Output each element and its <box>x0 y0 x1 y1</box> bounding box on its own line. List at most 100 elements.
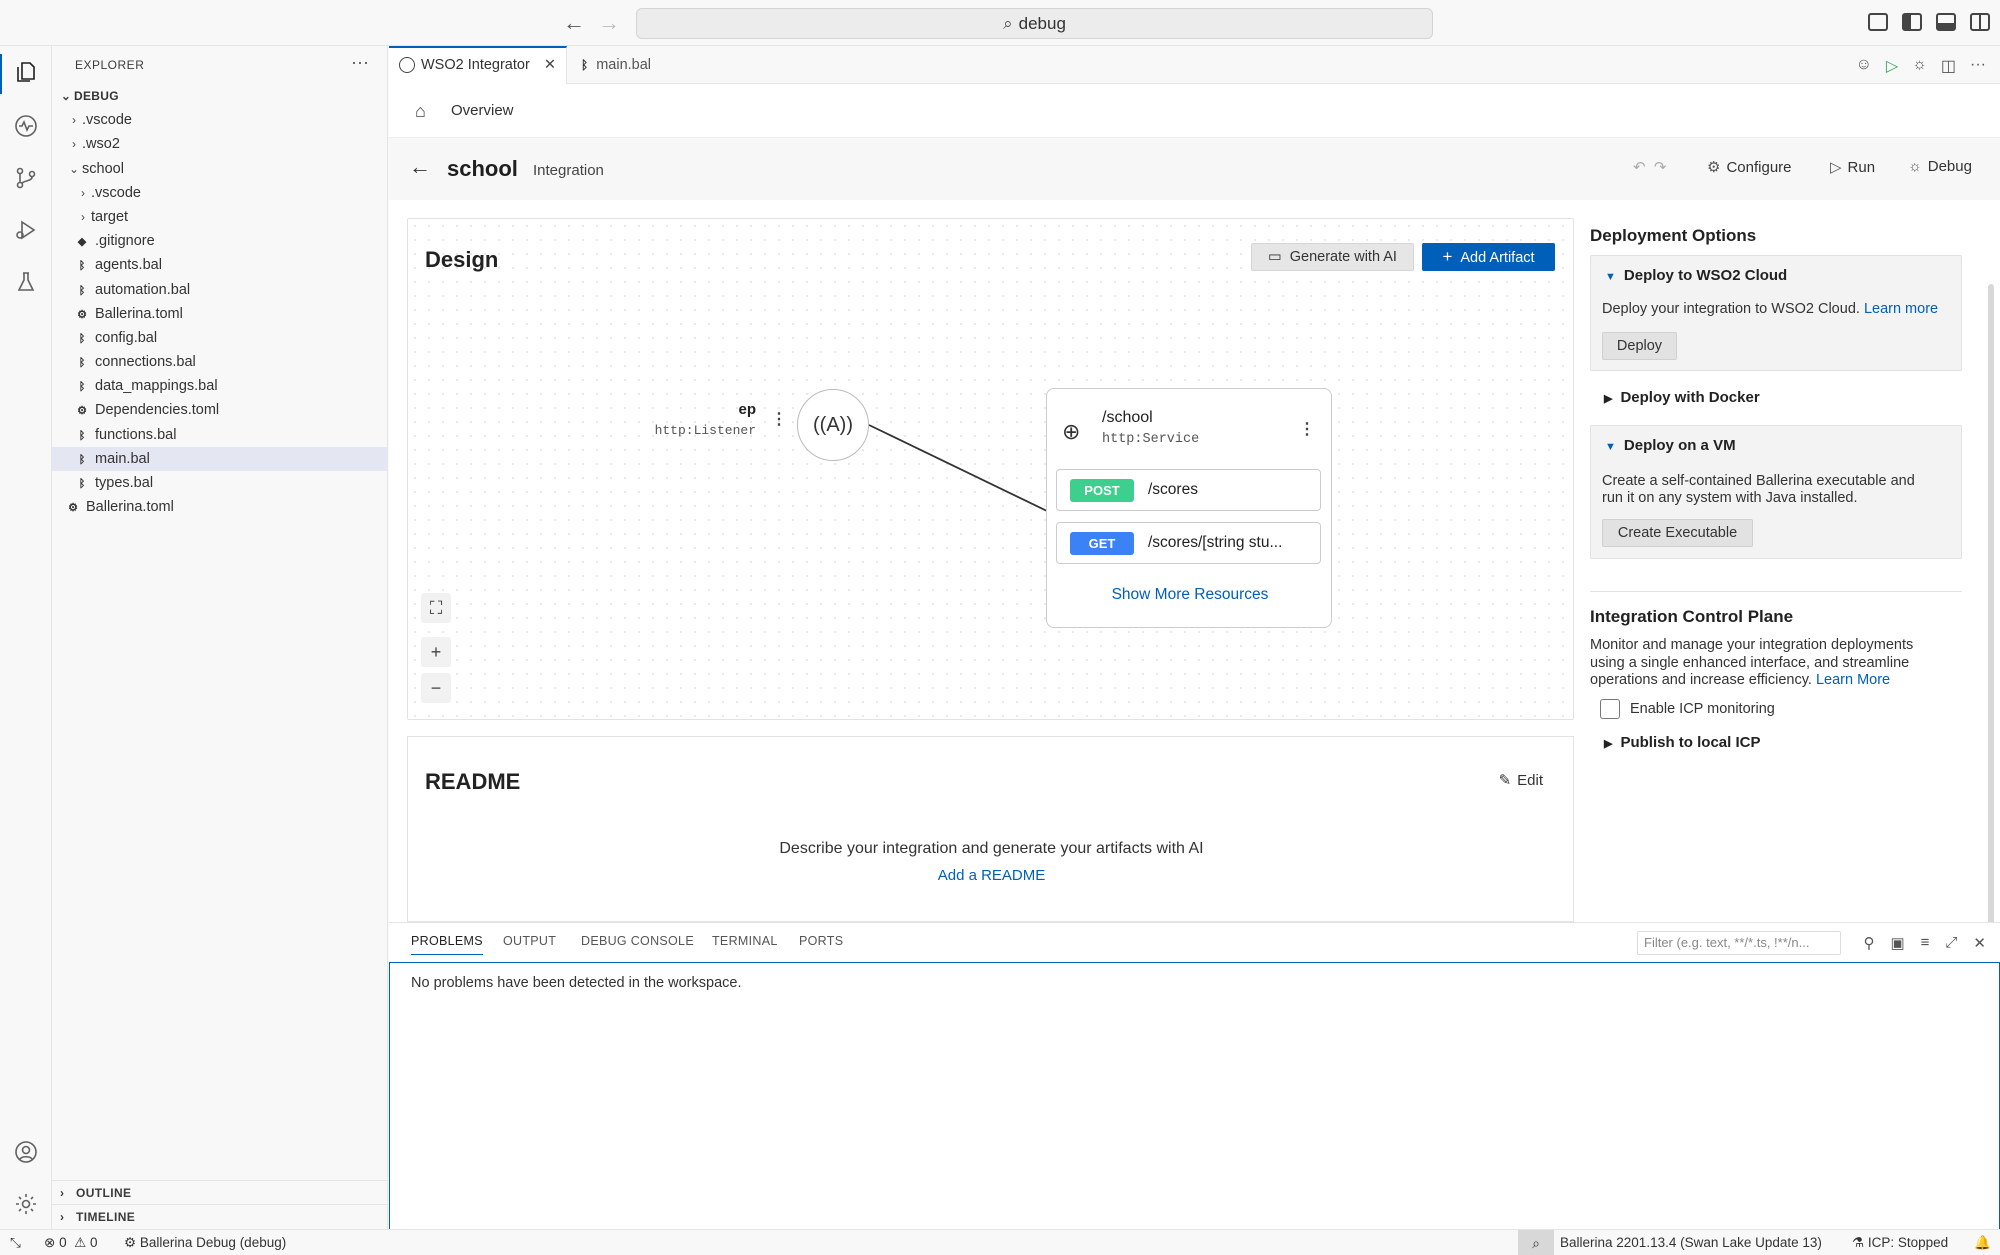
wrap-icon[interactable]: ≡ <box>1921 934 1930 952</box>
debug-target-status[interactable]: ⚙ Ballerina Debug (debug) <box>124 1235 286 1251</box>
tab-output[interactable]: OUTPUT <box>503 934 556 948</box>
zoom-indicator-icon[interactable]: ⌕ <box>1518 1230 1554 1255</box>
deploy-wso2-cloud-toggle[interactable]: ▼ Deploy to WSO2 Cloud <box>1605 267 1787 284</box>
tab-problems[interactable]: PROBLEMS <box>411 934 483 955</box>
tree-folder[interactable]: ⌄ school <box>52 157 388 181</box>
split-editor-icon[interactable]: ◫ <box>1941 56 1956 76</box>
listener-menu-icon[interactable]: ⋮ <box>771 409 787 429</box>
account-icon[interactable] <box>13 1139 39 1165</box>
deploy-with-docker-toggle[interactable]: ▶ Deploy with Docker <box>1604 389 1760 406</box>
run-icon[interactable]: ▷ <box>1886 56 1898 76</box>
tree-file[interactable]: ᛒ main.bal <box>52 446 388 471</box>
activity-monitor-icon[interactable] <box>13 113 39 139</box>
tree-file[interactable]: ᛒ config.bal <box>52 326 388 350</box>
back-arrow-icon[interactable]: ← <box>561 10 587 36</box>
tree-file[interactable]: ᛒ automation.bal <box>52 278 388 302</box>
icp-status[interactable]: ⚗ ICP: Stopped <box>1852 1235 1948 1251</box>
problems-status[interactable]: ⊗ 0 ⚠ 0 <box>44 1235 98 1251</box>
close-icon[interactable]: ✕ <box>544 57 556 73</box>
explorer-icon[interactable] <box>13 59 39 85</box>
breadcrumb-overview[interactable]: Overview <box>451 102 514 119</box>
vertical-scrollbar[interactable] <box>1988 284 1994 984</box>
zoom-out-icon[interactable]: − <box>421 673 451 703</box>
learn-more-link[interactable]: Learn more <box>1864 301 1938 317</box>
tree-folder[interactable]: › .vscode <box>52 108 388 132</box>
more-actions-icon[interactable]: ··· <box>351 52 369 73</box>
copilot-icon[interactable]: ☺ <box>1856 56 1872 76</box>
caret-right-icon: ▶ <box>1604 738 1613 750</box>
outline-section[interactable]: › OUTLINE <box>52 1180 388 1204</box>
zoom-in-icon[interactable]: + <box>421 637 451 667</box>
add-readme-link[interactable]: Add a README <box>408 867 1575 884</box>
tree-file[interactable]: ⚙ Ballerina.toml <box>52 302 388 326</box>
tab-debug-console[interactable]: DEBUG CONSOLE <box>581 934 694 948</box>
tree-folder[interactable]: › target <box>52 205 388 229</box>
fit-screen-icon[interactable]: ⛶ <box>421 593 451 623</box>
toggle-secondary-sidebar-icon[interactable] <box>1970 13 1990 31</box>
tab-main-bal[interactable]: ᛒ main.bal <box>571 46 691 84</box>
tree-file[interactable]: ⚙ Ballerina.toml <box>52 495 388 519</box>
vm-description: Create a self-contained Ballerina execut… <box>1602 473 1915 506</box>
tree-file[interactable]: ⚙ Dependencies.toml <box>52 398 388 422</box>
configure-button[interactable]: ⚙ Configure <box>1707 158 1792 176</box>
ballerina-version[interactable]: Ballerina 2201.13.4 (Swan Lake Update 13… <box>1560 1235 1822 1250</box>
notifications-bell-icon[interactable]: 🔔 <box>1974 1235 1991 1251</box>
collapse-all-icon[interactable]: ▣ <box>1890 934 1904 952</box>
connection-line <box>868 424 1048 512</box>
deploy-on-vm-toggle[interactable]: ▼ Deploy on a VM <box>1605 437 1736 454</box>
gear-icon: ⚙ <box>77 405 87 418</box>
service-menu-icon[interactable]: ⋮ <box>1299 419 1315 439</box>
resource-get-scores[interactable]: GET /scores/[string stu... <box>1056 522 1321 564</box>
edit-readme-button[interactable]: ✎ Edit <box>1499 771 1543 789</box>
run-and-debug-icon[interactable] <box>13 217 39 243</box>
run-button[interactable]: ▷ Run <box>1830 158 1875 176</box>
more-icon[interactable]: ··· <box>1970 56 1986 76</box>
forward-arrow-icon[interactable]: → <box>596 10 622 36</box>
resource-post-scores[interactable]: POST /scores <box>1056 469 1321 511</box>
icp-learn-more-link[interactable]: Learn More <box>1816 672 1890 688</box>
tree-item-label: .vscode <box>91 184 141 201</box>
listener-node[interactable]: ((A)) <box>797 389 869 461</box>
show-more-resources-link[interactable]: Show More Resources <box>1047 586 1333 604</box>
tab-ports[interactable]: PORTS <box>799 934 843 948</box>
deploy-button[interactable]: Deploy <box>1602 332 1677 360</box>
remote-indicator-icon[interactable]: ⤡ <box>10 1235 21 1251</box>
tab-terminal[interactable]: TERMINAL <box>712 934 778 948</box>
settings-gear-icon[interactable] <box>13 1191 39 1217</box>
undo-redo-icons[interactable]: ↶ ↷ <box>1633 158 1666 176</box>
ballerina-file-icon: ᛒ <box>78 381 86 394</box>
checkbox-box[interactable] <box>1600 699 1620 719</box>
tree-file[interactable]: ᛒ types.bal <box>52 471 388 495</box>
customize-layout-icon[interactable] <box>1868 13 1888 31</box>
tree-folder[interactable]: › .wso2 <box>52 132 388 156</box>
service-node[interactable]: ⊕ /school http:Service ⋮ POST /scores GE… <box>1046 388 1332 628</box>
tree-folder[interactable]: › .vscode <box>52 181 388 205</box>
publish-local-icp-toggle[interactable]: ▶ Publish to local ICP <box>1604 734 1761 751</box>
toggle-panel-icon[interactable] <box>1936 13 1956 31</box>
toggle-primary-sidebar-icon[interactable] <box>1902 13 1922 31</box>
testing-flask-icon[interactable] <box>13 269 39 295</box>
enable-icp-checkbox[interactable]: Enable ICP monitoring <box>1600 699 1775 719</box>
filter-icon[interactable]: ⚲ <box>1863 934 1874 952</box>
source-control-icon[interactable] <box>13 165 39 191</box>
tree-file[interactable]: ᛒ connections.bal <box>52 350 388 374</box>
problems-filter-input[interactable]: Filter (e.g. text, **/*.ts, !**/n... <box>1637 931 1841 955</box>
bottom-panel: PROBLEMS OUTPUT DEBUG CONSOLE TERMINAL P… <box>389 922 2000 1230</box>
back-arrow-icon[interactable]: ← <box>409 154 431 180</box>
workspace-root[interactable]: ⌄ DEBUG <box>52 84 388 108</box>
command-center-search[interactable]: ⌕ debug <box>636 8 1433 39</box>
create-executable-button[interactable]: Create Executable <box>1602 519 1753 547</box>
debug-button[interactable]: ☼ Debug <box>1908 158 1972 175</box>
maximize-panel-icon[interactable]: ⤢ <box>1945 934 1957 952</box>
tab-wso2-integrator[interactable]: WSO2 Integrator ✕ <box>389 46 567 84</box>
caret-right-icon: ▶ <box>1604 393 1613 405</box>
tree-file[interactable]: ᛒ functions.bal <box>52 423 388 447</box>
debug-icon[interactable]: ☼ <box>1912 56 1927 76</box>
tree-file[interactable]: ᛒ data_mappings.bal <box>52 374 388 398</box>
title-bar: ← → ⌕ debug <box>0 0 2000 46</box>
timeline-section[interactable]: › TIMELINE <box>52 1204 388 1228</box>
close-panel-icon[interactable]: ✕ <box>1973 934 1986 952</box>
tree-file[interactable]: ◆ .gitignore <box>52 229 388 253</box>
home-icon[interactable]: ⌂ <box>415 101 426 122</box>
tree-file[interactable]: ᛒ agents.bal <box>52 253 388 277</box>
